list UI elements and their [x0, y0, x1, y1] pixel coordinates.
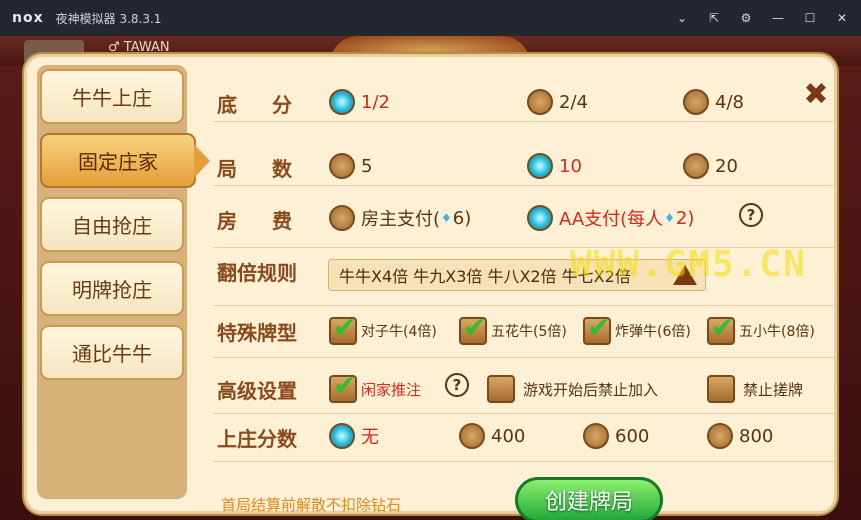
checkbox-icon	[487, 375, 515, 403]
divider	[213, 185, 837, 186]
nox-logo: nox	[12, 10, 44, 26]
radio-icon	[527, 89, 553, 115]
radio-icon	[707, 423, 733, 449]
checkbox-checked-icon	[583, 311, 611, 345]
radio-selected-icon	[527, 153, 553, 179]
banker-score-600[interactable]: 600	[583, 423, 649, 449]
window-controls: ⌄ ⇱ ⚙ — ☐ ✕	[663, 0, 855, 36]
pin-icon[interactable]: ⇱	[701, 5, 727, 31]
divider	[213, 305, 837, 306]
banker-score-label: 上庄分数	[217, 427, 297, 451]
room-fee-owner-pays[interactable]: 房主支付(♦ 6)	[329, 205, 471, 231]
radio-icon	[329, 205, 355, 231]
rounds-label: 局 数	[217, 157, 306, 181]
checkbox-checked-icon	[459, 311, 487, 345]
special-five-flower-niu[interactable]: 五花牛(5倍)	[459, 311, 567, 345]
tab-tongbi-niuniu[interactable]: 通比牛牛	[40, 325, 184, 380]
chevron-down-icon[interactable]: ⌄	[669, 5, 695, 31]
radio-icon	[583, 423, 609, 449]
multiplier-label: 翻倍规则	[217, 261, 297, 285]
background-username: ♂ TAWAN	[108, 40, 170, 55]
checkbox-checked-icon	[329, 311, 357, 345]
advanced-no-join-after-start[interactable]: 游戏开始后禁止加入	[487, 375, 658, 403]
minimize-icon[interactable]: —	[765, 5, 791, 31]
rounds-option-5[interactable]: 5	[329, 153, 372, 179]
room-fee-aa-pays[interactable]: AA支付(每人 ♦ 2)	[527, 205, 694, 231]
gear-icon[interactable]: ⚙	[733, 5, 759, 31]
tab-open-card-grab-banker[interactable]: 明牌抢庄	[40, 261, 184, 316]
maximize-icon[interactable]: ☐	[797, 5, 823, 31]
advanced-label: 高级设置	[217, 379, 297, 403]
divider	[213, 121, 837, 122]
advanced-no-card-rub[interactable]: 禁止搓牌	[707, 375, 803, 403]
push-bet-help-icon[interactable]: ?	[445, 373, 469, 397]
tab-fixed-banker[interactable]: 固定庄家	[40, 133, 210, 188]
window-title: 夜神模拟器 3.8.3.1	[55, 11, 162, 26]
checkbox-icon	[707, 375, 735, 403]
special-pair-niu[interactable]: 对子牛(4倍)	[329, 311, 437, 345]
banker-score-400[interactable]: 400	[459, 423, 525, 449]
dissolve-notice: 首局结算前解散不扣除钻石	[221, 496, 402, 514]
divider	[213, 413, 837, 414]
base-score-label: 底 分	[217, 93, 306, 117]
radio-selected-icon	[329, 423, 355, 449]
rounds-option-20[interactable]: 20	[683, 153, 738, 179]
special-five-small-niu[interactable]: 五小牛(8倍)	[707, 311, 815, 345]
radio-icon	[459, 423, 485, 449]
special-bomb-niu[interactable]: 炸弹牛(6倍)	[583, 311, 691, 345]
tab-niuniu-banker[interactable]: 牛牛上庄	[40, 69, 184, 124]
rounds-option-10[interactable]: 10	[527, 153, 582, 179]
room-fee-label: 房 费	[217, 209, 306, 233]
divider	[213, 461, 837, 462]
banker-score-800[interactable]: 800	[707, 423, 773, 449]
base-score-option-1[interactable]: 1/2	[329, 89, 390, 115]
emulator-titlebar: nox 夜神模拟器 3.8.3.1 ⌄ ⇱ ⚙ — ☐ ✕	[0, 0, 861, 36]
radio-icon	[683, 153, 709, 179]
watermark: WWW.GM5.CN	[570, 244, 807, 285]
radio-icon	[683, 89, 709, 115]
game-screen: ♂ TAWAN 牛牛上庄 固定庄家 自由抢庄 明牌抢庄 通比牛牛 ✖ 底 分 1…	[0, 36, 861, 520]
special-hands-label: 特殊牌型	[217, 321, 297, 345]
base-score-option-2[interactable]: 2/4	[527, 89, 588, 115]
divider	[213, 357, 837, 358]
close-icon[interactable]: ✕	[829, 5, 855, 31]
diamond-icon: ♦	[664, 211, 675, 225]
radio-icon	[329, 153, 355, 179]
close-dialog-button[interactable]: ✖	[799, 76, 833, 112]
diamond-icon: ♦	[441, 211, 452, 225]
tab-free-grab-banker[interactable]: 自由抢庄	[40, 197, 184, 252]
radio-selected-icon	[329, 89, 355, 115]
create-room-button[interactable]: 创建牌局	[515, 477, 663, 520]
room-fee-help-icon[interactable]: ?	[739, 203, 763, 227]
banker-score-none[interactable]: 无	[329, 423, 379, 449]
advanced-player-push-bet[interactable]: 闲家推注	[329, 369, 421, 403]
checkbox-checked-icon	[707, 311, 735, 345]
radio-selected-icon	[527, 205, 553, 231]
base-score-option-3[interactable]: 4/8	[683, 89, 744, 115]
mode-tab-panel: 牛牛上庄 固定庄家 自由抢庄 明牌抢庄 通比牛牛	[37, 65, 210, 499]
close-icon: ✖	[803, 76, 829, 112]
checkbox-checked-icon	[329, 369, 357, 403]
